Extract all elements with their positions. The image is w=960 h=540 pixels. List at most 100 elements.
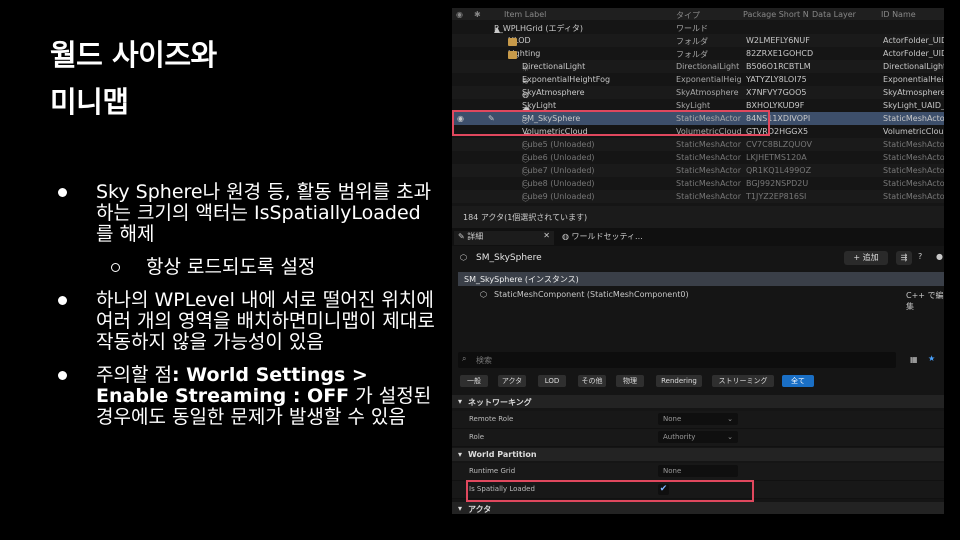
- row-label: ◍ SkyAtmosphere: [522, 88, 585, 99]
- bullet-prefix: 주의할 점: [96, 364, 172, 386]
- row-package: BGJ992NSPD2U: [746, 179, 809, 188]
- outliner-row[interactable]: ⬡ Cube6 (Unloaded) StaticMeshActor LKJHETMS…: [452, 151, 944, 164]
- bullet-text: 하나의 WPLevel 내에 서로 떨어진 위치에 여러 개의 영역을 배치하면…: [96, 289, 435, 353]
- collapse-arrow-icon: ▾: [458, 397, 463, 406]
- tab-details[interactable]: ✎ 詳細 ✕: [454, 231, 554, 245]
- actor-name: SM_SkySphere: [476, 253, 542, 263]
- favorite-star-icon[interactable]: ★: [928, 354, 935, 363]
- collapse-arrow-icon: ▾: [458, 450, 463, 459]
- filter-chip[interactable]: ストリーミング: [712, 375, 774, 387]
- filter-chip[interactable]: Rendering: [656, 375, 702, 387]
- component-row[interactable]: ⬡ StaticMeshComponent (StaticMeshCompone…: [452, 288, 944, 311]
- header-label[interactable]: Item Label: [504, 10, 546, 19]
- prop-name: Runtime Grid: [469, 467, 516, 475]
- remote-role-select[interactable]: None ⌄: [658, 413, 738, 425]
- row-id-name: StaticMeshActor: [883, 192, 944, 201]
- search-icon: ⌕: [462, 354, 467, 363]
- details-header: ⬡ SM_SkySphere + 追加 ⇶ ? ●: [452, 248, 944, 268]
- mesh-icon: ⬡: [522, 168, 529, 177]
- details-search-input[interactable]: ⌕ 検索: [458, 352, 896, 368]
- bullet-list: Sky Sphere나 원경 등, 활동 범위를 초과하는 크기의 액터는 Is…: [58, 182, 438, 440]
- row-label-text: Cube6 (Unloaded): [522, 153, 595, 162]
- outliner-row[interactable]: ▲ P_WPLHGrid (エディタ) ワールド: [452, 21, 944, 34]
- row-package: LKJHETMS120A: [746, 153, 807, 162]
- row-type: DirectionalLight: [676, 62, 740, 71]
- outliner-row[interactable]: ⬡ Cube8 (Unloaded) StaticMeshActor BGJ992NS…: [452, 177, 944, 190]
- row-label-text: Cube5 (Unloaded): [522, 140, 595, 149]
- outliner-row[interactable]: ⬡ Cube9 (Unloaded) StaticMeshActor T1JYZ2EP…: [452, 190, 944, 203]
- tab-world-settings[interactable]: ◍ ワールドセッティ...: [558, 231, 666, 245]
- filter-chip[interactable]: 一般: [460, 375, 488, 387]
- row-type: StaticMeshActor: [676, 140, 741, 149]
- row-label-text: Cube7 (Unloaded): [522, 166, 595, 175]
- row-package: T1JYZ2EP816SI: [746, 192, 807, 201]
- sky-icon: ◍: [522, 90, 529, 99]
- row-package: 82ZRXE1GOHCD: [746, 49, 814, 58]
- close-icon[interactable]: ✕: [543, 231, 550, 240]
- outliner-row[interactable]: Lighting フォルダ 82ZRXE1GOHCD ActorFolder_UID: [452, 47, 944, 60]
- bullet-item: Sky Sphere나 원경 등, 활동 범위를 초과하는 크기의 액터는 Is…: [58, 182, 438, 245]
- category-actor[interactable]: ▾ アクタ: [452, 502, 944, 514]
- prop-name: Remote Role: [469, 415, 514, 423]
- outliner-row[interactable]: ◍ SkyAtmosphere SkyAtmosphere X7NFVY7GOO5 Sk…: [452, 86, 944, 99]
- outliner-row[interactable]: ☼ DirectionalLight DirectionalLight B506O1R…: [452, 60, 944, 73]
- header-type[interactable]: タイプ: [676, 10, 700, 21]
- row-package: BXHOLYKUD9F: [746, 101, 805, 110]
- row-id-name: ActorFolder_UID: [883, 49, 944, 58]
- edit-cpp-link[interactable]: C++ で編集: [906, 290, 944, 312]
- chevron-down-icon: ⌄: [727, 415, 733, 423]
- help-icon[interactable]: ?: [918, 252, 922, 261]
- row-type: ExponentialHeig: [676, 75, 742, 84]
- filter-chip[interactable]: LOD: [538, 375, 566, 387]
- row-label-text: P_WPLHGrid (エディタ): [494, 24, 584, 33]
- filter-chip[interactable]: 物理: [616, 375, 644, 387]
- light-icon: ☼: [522, 64, 530, 73]
- header-layer[interactable]: Data Layer: [812, 10, 856, 19]
- outliner-row[interactable]: ⬡ Cube7 (Unloaded) StaticMeshActor QR1KQ1L4…: [452, 164, 944, 177]
- filter-chip[interactable]: その他: [578, 375, 606, 387]
- header-pkg[interactable]: Package Short N: [743, 10, 809, 19]
- prop-runtime-grid: Runtime Grid None: [452, 463, 944, 481]
- sub-bullet-ring: [111, 263, 120, 272]
- filter-chip-all[interactable]: 全て: [782, 375, 814, 387]
- filter-chip[interactable]: アクタ: [498, 375, 526, 387]
- select-value: Authority: [663, 433, 696, 441]
- add-component-button[interactable]: + 追加: [844, 251, 888, 265]
- row-package: YATYZLY8LOI75: [746, 75, 807, 84]
- editor-screenshot: ◉ ✱ Item Label タイプ Package Short N Data …: [452, 8, 944, 514]
- role-select[interactable]: Authority ⌄: [658, 431, 738, 443]
- row-id-name: ActorFolder_UID: [883, 36, 944, 45]
- row-label: ≋ ExponentialHeightFog: [522, 75, 611, 86]
- row-type: SkyAtmosphere: [676, 88, 739, 97]
- row-label-text: SkyAtmosphere: [522, 88, 585, 97]
- category-label: アクタ: [468, 505, 492, 514]
- category-label: ネットワーキング: [468, 398, 532, 407]
- outliner-row[interactable]: ⬡ Cube5 (Unloaded) StaticMeshActor CV7C8BLZ…: [452, 138, 944, 151]
- outliner-row[interactable]: HLOD フォルダ W2LMEFLY6NUF ActorFolder_UID: [452, 34, 944, 47]
- world-icon: ▲: [494, 25, 501, 34]
- runtime-grid-field[interactable]: None: [658, 465, 738, 477]
- row-label-text: ExponentialHeightFog: [522, 75, 611, 84]
- row-id-name: ExponentialHeig: [883, 75, 944, 84]
- row-id-name: DirectionalLight: [883, 62, 944, 71]
- blueprint-icon[interactable]: ⇶: [896, 251, 912, 265]
- settings-icon[interactable]: ●: [936, 252, 943, 261]
- row-label: ☁ SkyLight: [522, 101, 556, 112]
- pin-icon[interactable]: ✱: [474, 10, 481, 19]
- row-id-name: SkyAtmosphere: [883, 88, 944, 97]
- bullet-text: Sky Sphere나 원경 등, 활동 범위를 초과하는 크기의 액터는 Is…: [96, 181, 432, 245]
- row-package: QR1KQ1L499OZ: [746, 166, 812, 175]
- eye-icon[interactable]: ◉: [456, 10, 463, 19]
- grid-view-icon[interactable]: ▦: [910, 355, 918, 364]
- outliner-row[interactable]: ≋ ExponentialHeightFog ExponentialHeig YATY…: [452, 73, 944, 86]
- row-package: X7NFVY7GOO5: [746, 88, 807, 97]
- row-type: StaticMeshActor: [676, 166, 741, 175]
- row-type: フォルダ: [676, 37, 708, 46]
- category-networking[interactable]: ▾ ネットワーキング: [452, 395, 944, 408]
- title-line-2: 미니맵: [50, 85, 129, 119]
- row-label: ⬡ Cube6 (Unloaded): [522, 153, 595, 164]
- row-type: SkyLight: [676, 101, 711, 110]
- category-world-partition[interactable]: ▾ World Partition: [452, 448, 944, 461]
- instance-row[interactable]: SM_SkySphere (インスタンス): [458, 272, 944, 286]
- header-id[interactable]: ID Name: [881, 10, 916, 19]
